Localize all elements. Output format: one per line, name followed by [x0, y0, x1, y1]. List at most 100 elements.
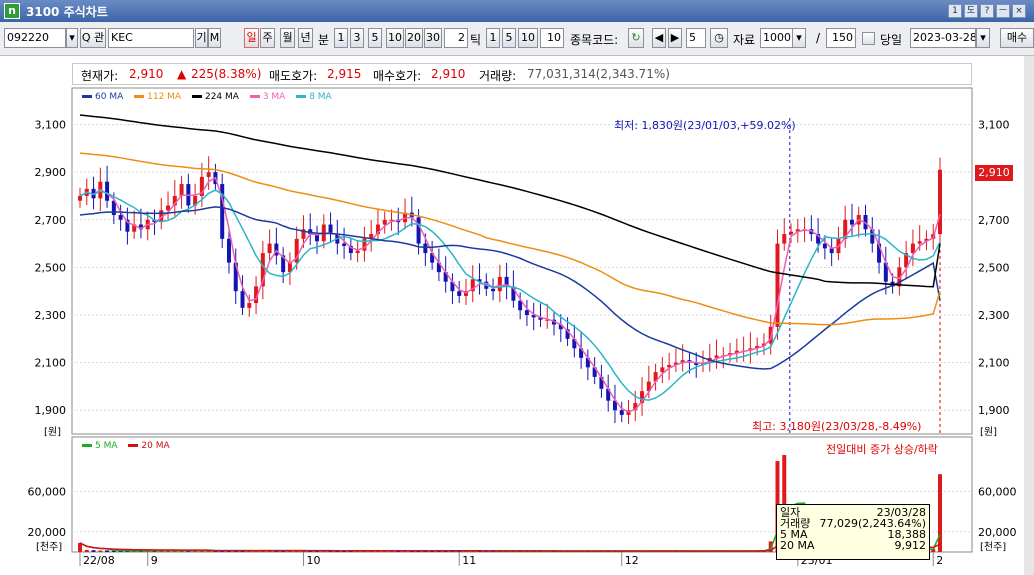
- minute-label: 분: [318, 33, 330, 47]
- volume-bar: [91, 550, 96, 552]
- price-tick-label-left: 2,300: [35, 309, 67, 322]
- candle-body: [491, 288, 496, 292]
- candle-body: [423, 243, 428, 254]
- date-input[interactable]: 2023-03-28: [910, 28, 976, 48]
- candle-body: [849, 219, 854, 225]
- x-tick-label: 11: [462, 554, 476, 567]
- m-button[interactable]: M: [208, 28, 221, 48]
- candle-body: [382, 219, 387, 225]
- volume-note: 전일대비 증가 상승/하락: [826, 443, 938, 456]
- volume-unit-left: [천주]: [36, 542, 63, 553]
- price-panel-frame: [71, 87, 973, 435]
- ma3-line: [79, 176, 941, 413]
- date-dropdown[interactable]: ▾: [976, 28, 990, 48]
- candle-body: [938, 169, 942, 235]
- volume-tick-label-right: 20,000: [978, 526, 1017, 539]
- x-tick-label: 12: [625, 554, 639, 567]
- help-button[interactable]: ?: [980, 4, 994, 18]
- legend-ma60: 60 MA: [82, 92, 123, 102]
- today-checkbox[interactable]: [862, 32, 875, 45]
- gi-button[interactable]: 기: [195, 28, 208, 48]
- price-tick-label-right: 2,700: [978, 214, 1010, 227]
- tooltip-row-ma20: 20 MA 9,912: [780, 539, 926, 552]
- tick-label: 틱: [470, 33, 482, 47]
- app-icon: n: [4, 3, 20, 19]
- candle-body: [497, 276, 502, 292]
- candle-body: [226, 238, 231, 263]
- prev-arrow-icon[interactable]: ◀: [652, 28, 666, 48]
- candle-body: [342, 243, 347, 246]
- period-month-button[interactable]: 월: [280, 28, 295, 48]
- toolbar: 092220 ▾ Q 관 KEC 기 M 일 주 월 년 분 1 3 5 10 …: [0, 22, 1034, 56]
- price-tick-label-right: 2,300: [978, 309, 1010, 322]
- minute-5-button[interactable]: 5: [368, 28, 382, 48]
- candle-body: [782, 234, 787, 244]
- price-tick-label-left: 1,900: [35, 404, 67, 417]
- legend-ma3: 3 MA: [249, 92, 285, 102]
- minute-30-button[interactable]: 30: [424, 28, 442, 48]
- x-tick-label: 2: [936, 554, 943, 567]
- refresh-icon[interactable]: ↻: [628, 28, 644, 48]
- step-input[interactable]: 5: [686, 28, 706, 48]
- price-tick-label-left: 2,500: [35, 261, 67, 274]
- buy-button[interactable]: 매수: [1000, 28, 1034, 48]
- x-tick-label: 22/08: [83, 554, 115, 567]
- minimize-button[interactable]: ㅡ: [996, 4, 1010, 18]
- tick-1-button[interactable]: 1: [486, 28, 500, 48]
- period-week-button[interactable]: 주: [260, 28, 275, 48]
- period-year-button[interactable]: 년: [298, 28, 313, 48]
- candle-body: [166, 205, 171, 211]
- candle-body: [524, 310, 529, 315]
- candle-body: [457, 291, 462, 296]
- minute-20-button[interactable]: 20: [405, 28, 423, 48]
- candle-body: [247, 303, 252, 308]
- close-button[interactable]: ×: [1012, 4, 1026, 18]
- price-tick-label-right: 2,100: [978, 357, 1010, 370]
- data-count-dropdown[interactable]: ▾: [792, 28, 806, 48]
- clock-icon[interactable]: ◷: [710, 28, 728, 48]
- volume-tick-label-left: 20,000: [28, 526, 67, 539]
- minute-10-button[interactable]: 10: [386, 28, 404, 48]
- title-bar: n 3100 주식차트 1 도 ? ㅡ ×: [0, 0, 1034, 22]
- stock-code-input[interactable]: 092220: [4, 28, 66, 48]
- candle-body: [416, 217, 421, 244]
- vertical-scrollbar[interactable]: [1024, 56, 1034, 575]
- candle-body: [267, 243, 272, 254]
- chart-canvas[interactable]: 3,1003,1002,9002,9002,7002,7002,5002,500…: [0, 56, 1034, 575]
- candle-body: [789, 231, 794, 235]
- legend-ma224: 224 MA: [191, 92, 239, 102]
- period-day-button[interactable]: 일: [244, 28, 259, 48]
- code-dropdown-button[interactable]: ▾: [66, 28, 78, 48]
- today-label: 당일: [880, 33, 903, 47]
- chart-area[interactable]: 3,1003,1002,9002,9002,7002,7002,5002,500…: [0, 56, 1034, 575]
- volume-tooltip: 일자 23/03/28 거래량 77,029(2,243.64%) 5 MA 18,3…: [776, 504, 930, 560]
- window-button-1[interactable]: 1: [948, 4, 962, 18]
- view-count-input[interactable]: 150: [826, 28, 856, 48]
- candle-body: [118, 215, 123, 220]
- search-button[interactable]: Q 관: [80, 28, 106, 48]
- volume-tick-label-left: 60,000: [28, 485, 67, 498]
- bid-label: 매수호가:: [373, 69, 422, 83]
- bid-value: 2,910: [431, 67, 466, 81]
- tick-count-input[interactable]: 10: [540, 28, 564, 48]
- minute-1-button[interactable]: 1: [334, 28, 348, 48]
- candle-body: [206, 172, 211, 177]
- next-arrow-icon[interactable]: ▶: [668, 28, 682, 48]
- price-legend: 60 MA 112 MA 224 MA 3 MA 8 MA: [82, 92, 340, 102]
- tick-10-button[interactable]: 10: [518, 28, 538, 48]
- code-label: 종목코드:: [570, 33, 619, 47]
- volume-bar: [98, 550, 103, 552]
- candle-body: [355, 250, 360, 254]
- slash-label: /: [816, 31, 821, 45]
- volume-legend: 5 MA 20 MA: [82, 441, 178, 451]
- ask-value: 2,915: [327, 67, 362, 81]
- volume-value: 77,031,314(2,343.71%): [527, 67, 670, 81]
- low-annotation: 최저: 1,830원(23/01/03,+59.02%): [614, 119, 796, 132]
- candle-body: [179, 184, 184, 196]
- volume-bar: [938, 474, 942, 552]
- tick-input[interactable]: 2: [444, 28, 468, 48]
- tick-5-button[interactable]: 5: [502, 28, 516, 48]
- minute-3-button[interactable]: 3: [350, 28, 364, 48]
- window-button-dock[interactable]: 도: [964, 4, 978, 18]
- window-title: 3100 주식차트: [26, 5, 108, 19]
